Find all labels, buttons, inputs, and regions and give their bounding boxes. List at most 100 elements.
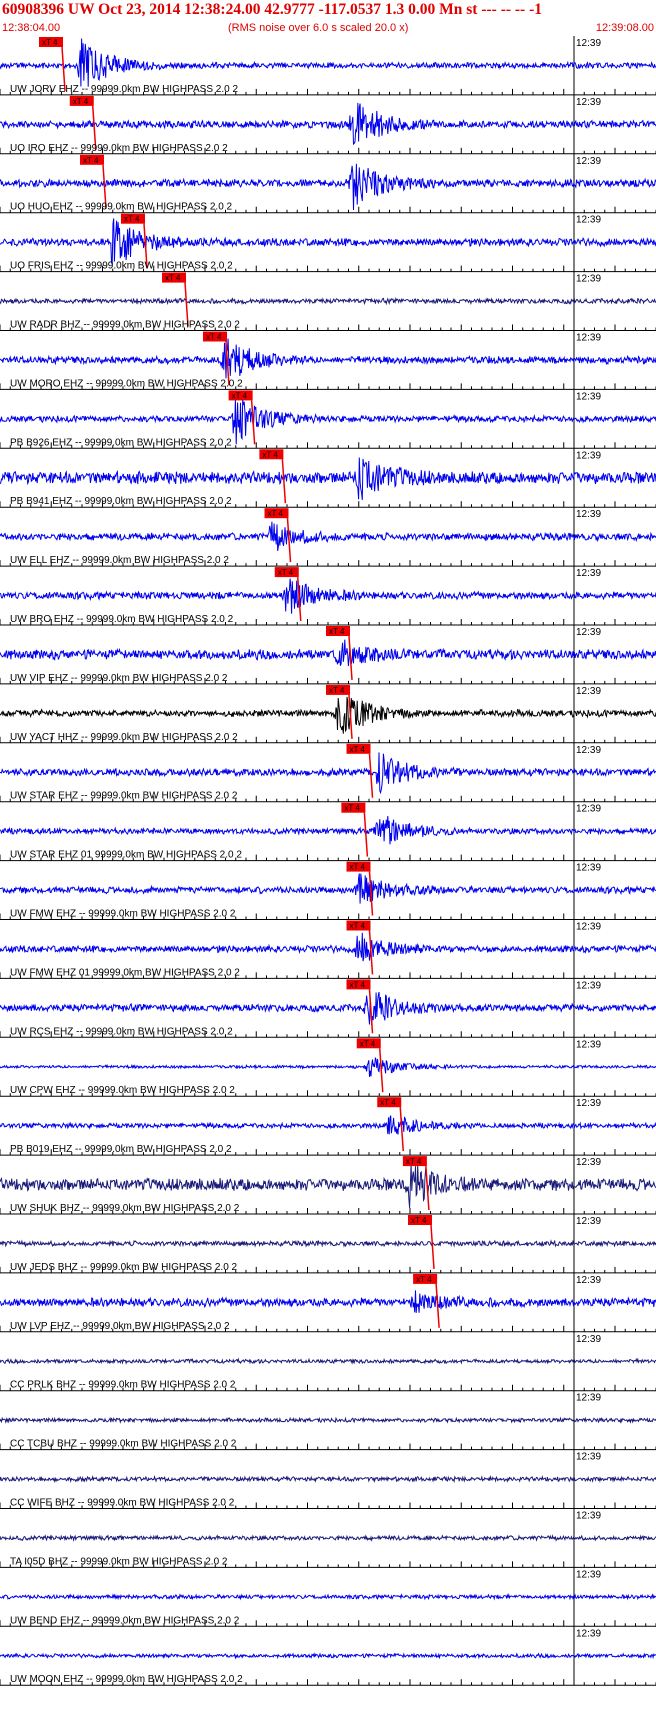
station-label: UW JEDS BHZ -- 99999.0km BW HIGHPASS 2.0…	[10, 1262, 238, 1273]
station-label: UW CPW EHZ -- 99999.0km BW HIGHPASS 2.0 …	[10, 1085, 235, 1096]
waveform	[0, 1474, 656, 1484]
trace-row: 12:39 xT 4 UW SHUK BHZ -- 99999.0km BW HIG…	[0, 1155, 656, 1215]
trace-row: 12:39 xT 4 UW YACT HHZ -- 99999.0km BW HIG…	[0, 683, 656, 744]
minute-marker-label: 12:39	[576, 745, 601, 756]
minute-marker-label: 12:39	[576, 627, 601, 638]
waveform	[0, 1357, 656, 1365]
station-label: UW JORV EHZ -- 99999.0km BW HIGHPASS 2.0…	[10, 84, 238, 95]
minute-marker-label: 12:39	[576, 863, 601, 874]
minute-marker-label: 12:39	[576, 1275, 601, 1286]
minute-marker-label: 12:39	[576, 804, 601, 815]
start-time-label: 12:38:04.00	[2, 22, 61, 34]
waveform	[0, 1163, 656, 1208]
trace-row: 12:39 xT 4 UW ELL EHZ -- 99999.0km BW HIGH…	[0, 507, 656, 567]
waveform	[0, 991, 656, 1025]
trace-row: 12:39 xT 4 UW JORV EHZ -- 99999.0km BW HIG…	[0, 36, 656, 96]
trace-row: 12:39 xT 4 UW FMW EHZ 01 99999.0km BW HIGH…	[0, 919, 656, 979]
minute-marker-label: 12:39	[576, 156, 601, 167]
minute-marker-label: 12:39	[576, 391, 601, 402]
waveform	[0, 1416, 656, 1424]
station-label: CC TCBU BHZ -- 99999.0km BW HIGHPASS 2.0…	[10, 1439, 237, 1450]
trace-row: 12:39 xT 4 UW CPW EHZ -- 99999.0km BW HIGH…	[0, 1037, 656, 1097]
trace-row: 12:39 CC WIFE BHZ -- 99999.0km BW HIGHPAS…	[0, 1449, 656, 1509]
trace-row: 12:39 xT 4 UO IRO EHZ -- 99999.0km BW HIGH…	[0, 94, 656, 155]
minute-marker-label: 12:39	[576, 922, 601, 933]
waveform	[0, 578, 656, 614]
waveform	[0, 815, 656, 845]
pick-line	[430, 1224, 435, 1269]
trace-row: 12:39 xT 4 UO HUO EHZ -- 99999.0km BW HIGH…	[0, 153, 656, 214]
pick-label: xT 4	[406, 1157, 422, 1166]
trace-row: 12:39 xT 4 PB B019 EHZ -- 99999.0km BW HIG…	[0, 1096, 656, 1156]
minute-marker-label: 12:39	[576, 1628, 601, 1639]
pick-label: xT 4	[329, 686, 345, 695]
pick-label: xT 4	[350, 980, 366, 989]
waveform	[0, 457, 656, 500]
pick-line	[379, 1048, 384, 1093]
waveform	[0, 521, 656, 551]
station-label: UW MORO EHZ -- 99999.0km BW HIGHPASS 2.0…	[10, 378, 243, 389]
waveform	[0, 932, 656, 962]
pick-label: xT 4	[350, 863, 366, 872]
station-label: UW SHUK BHZ -- 99999.0km BW HIGHPASS 2.0…	[10, 1203, 240, 1214]
minute-marker-label: 12:39	[576, 450, 601, 461]
trace-row: 12:39 TA I05D BHZ -- 99999.0km BW HIGHPAS…	[0, 1508, 656, 1568]
minute-marker-label: 12:39	[576, 1393, 601, 1404]
station-label: UW BRO EHZ -- 99999.0km BW HIGHPASS 2.0 …	[10, 614, 234, 625]
station-label: UW RCS EHZ -- 99999.0km BW HIGHPASS 2.0 …	[10, 1026, 233, 1037]
station-label: CC PRLK BHZ -- 99999.0km BW HIGHPASS 2.0…	[10, 1380, 236, 1391]
station-label: TA I05D BHZ -- 99999.0km BW HIGHPASS 2.0…	[10, 1556, 228, 1567]
minute-marker-label: 12:39	[576, 274, 601, 285]
minute-marker-label: 12:39	[576, 1098, 601, 1109]
trace-row: 12:39 xT 4 PB B941 EHZ -- 99999.0km BW HIG…	[0, 448, 656, 508]
pick-line	[286, 518, 292, 563]
station-label: UW LVP EHZ -- 99999.0km BW HIGHPASS 2.0 …	[10, 1321, 230, 1332]
trace-row: 12:39 xT 4 UW JEDS BHZ -- 99999.0km BW HIG…	[0, 1214, 656, 1274]
pick-label: xT 4	[416, 1275, 432, 1284]
pick-label: xT 4	[124, 215, 140, 224]
station-label: UW MOON EHZ -- 99999.0km BW HIGHPASS 2.0…	[10, 1674, 243, 1685]
pick-label: xT 4	[350, 922, 366, 931]
pick-line	[363, 812, 369, 857]
waveform	[0, 296, 656, 306]
waveform	[0, 1057, 656, 1077]
station-label: UW RADR BHZ -- 99999.0km BW HIGHPASS 2.0…	[10, 320, 240, 331]
trace-row: 12:39 xT 4 UW LVP EHZ -- 99999.0km BW HIGH…	[0, 1272, 656, 1333]
minute-marker-label: 12:39	[576, 1039, 601, 1050]
station-label: UW STAR EHZ -- 99999.0km BW HIGHPASS 2.0…	[10, 791, 238, 802]
trace-row: 12:39 xT 4 UW FMW EHZ -- 99999.0km BW HIGH…	[0, 860, 656, 920]
pick-label: xT 4	[73, 97, 89, 106]
waveform	[0, 752, 656, 795]
station-label: PB B019 EHZ -- 99999.0km BW HIGHPASS 2.0…	[10, 1144, 232, 1155]
trace-row: 12:39 xT 4 UW MORO EHZ -- 99999.0km BW HIG…	[0, 330, 656, 390]
trace-row: 12:39 xT 4 UW RCS EHZ -- 99999.0km BW HIGH…	[0, 978, 656, 1038]
station-label: UW ELL EHZ -- 99999.0km BW HIGHPASS 2.0 …	[10, 555, 229, 566]
trace-row: 12:39 xT 4 PB B926 EHZ -- 99999.0km BW HIG…	[0, 389, 656, 449]
seismogram-plot: 12:39 xT 4 UW JORV EHZ -- 99999.0km BW HIG…	[0, 36, 656, 1686]
pick-label: xT 4	[360, 1039, 376, 1048]
waveform	[0, 639, 656, 667]
station-label: UO FRIS EHZ -- 99999.0km BW HIGHPASS 2.0…	[10, 261, 233, 272]
trace-row: 12:39 xT 4 UW VIP EHZ -- 99999.0km BW HIGH…	[0, 625, 656, 685]
waveform	[0, 1593, 656, 1601]
pick-label: xT 4	[350, 745, 366, 754]
minute-marker-label: 12:39	[576, 215, 601, 226]
pick-line	[368, 753, 374, 798]
waveform	[0, 1534, 656, 1542]
pick-line	[281, 459, 287, 504]
end-time-label: 12:39:08.00	[595, 22, 654, 34]
trace-row: 12:39 UW BEND EHZ -- 99999.0km BW HIGHPAS…	[0, 1567, 656, 1627]
station-label: UW FMW EHZ 01 99999.0km BW HIGHPASS 2.0 …	[10, 967, 240, 978]
station-label: PB B941 EHZ -- 99999.0km BW HIGHPASS 2.0…	[10, 496, 232, 507]
minute-marker-label: 12:39	[576, 1157, 601, 1168]
station-label: CC WIFE BHZ -- 99999.0km BW HIGHPASS 2.0…	[10, 1498, 235, 1509]
station-label: UW FMW EHZ -- 99999.0km BW HIGHPASS 2.0 …	[10, 909, 236, 920]
station-label: UO HUO EHZ -- 99999.0km BW HIGHPASS 2.0 …	[10, 202, 233, 213]
minute-marker-label: 12:39	[576, 509, 601, 520]
minute-marker-label: 12:39	[576, 568, 601, 579]
trace-row: 12:39 xT 4 UW STAR EHZ 01 99999.0km BW HIG…	[0, 801, 656, 862]
minute-marker-label: 12:39	[576, 1334, 601, 1345]
plot-header: 60908396 UW Oct 23, 2014 12:38:24.00 42.…	[0, 0, 656, 38]
minute-marker-label: 12:39	[576, 1569, 601, 1580]
waveform	[0, 38, 656, 87]
